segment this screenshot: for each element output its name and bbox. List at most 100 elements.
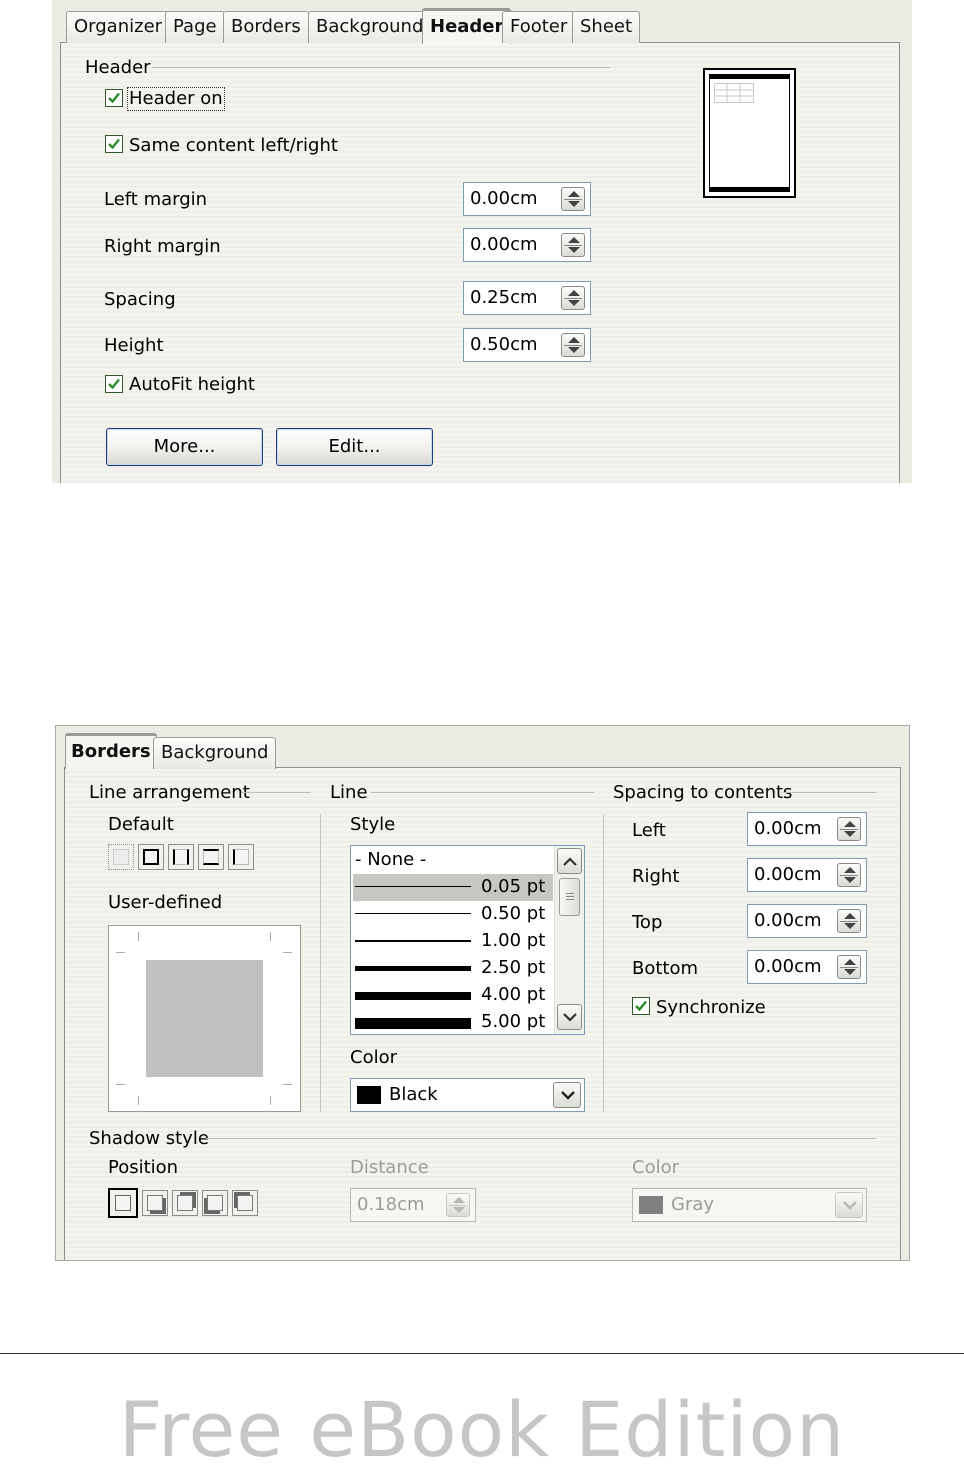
line-style-none[interactable]: - None - [353,847,553,874]
chevron-down-icon[interactable] [835,1192,863,1218]
user-defined-border-preview[interactable] [108,925,301,1112]
line-style-0-50[interactable]: 0.50 pt [353,901,553,928]
line-style-0-05[interactable]: 0.05 pt [353,874,553,901]
right-margin-spinbox[interactable]: 0.00cm [463,228,591,262]
spin-arrows-icon[interactable] [561,333,585,357]
shadow-color-select[interactable]: Gray [632,1188,867,1222]
spin-arrows-icon[interactable] [837,955,861,979]
shadow-bottom-left[interactable] [202,1190,228,1216]
height-value: 0.50cm [470,334,538,355]
style-label: Style [350,814,396,835]
preset-no-borders[interactable] [108,844,134,870]
tab-header[interactable]: Header [422,8,512,46]
tab-footer[interactable]: Footer [502,11,576,43]
line-style-4-00[interactable]: 4.00 pt [353,982,553,1009]
edit-button[interactable]: Edit... [276,428,433,466]
left-margin-label: Left margin [104,189,208,210]
free-ebook-watermark: Free eBook Edition [118,1385,846,1474]
preset-left-border[interactable] [228,844,254,870]
more-button[interactable]: More... [106,428,263,466]
shadow-divider [206,1138,876,1139]
shadow-top-left[interactable] [232,1190,258,1216]
left-margin-value: 0.00cm [470,188,538,209]
line-title: Line [330,782,368,803]
checkmark-icon [108,138,120,150]
spin-arrows-icon[interactable] [446,1193,470,1217]
shadow-none[interactable] [108,1188,138,1218]
spacing-right-label: Right [632,866,680,887]
synchronize-label[interactable]: Synchronize [656,997,766,1019]
preset-left-right-border[interactable] [168,844,194,870]
shadow-style-title: Shadow style [89,1128,209,1149]
line-divider [371,792,594,793]
tab-borders[interactable]: Borders [65,733,157,771]
spin-arrows-icon[interactable] [561,187,585,211]
height-label: Height [104,335,164,356]
same-content-checkbox[interactable] [105,135,123,153]
left-margin-spinbox[interactable]: 0.00cm [463,182,591,216]
line-style-5-00[interactable]: 5.00 pt [353,1009,553,1034]
autofit-height-checkbox[interactable] [105,375,123,393]
spin-arrows-icon[interactable] [837,863,861,887]
autofit-height-label[interactable]: AutoFit height [129,374,255,396]
default-label: Default [108,814,174,835]
line-style-1-00[interactable]: 1.00 pt [353,928,553,955]
shadow-top-right[interactable] [172,1190,198,1216]
tab-borders[interactable]: Borders [223,11,309,43]
scroll-down-icon[interactable] [557,1004,582,1030]
right-margin-label: Right margin [104,236,221,257]
spacing-right-spinbox[interactable]: 0.00cm [747,858,867,892]
tab-background[interactable]: Background [153,737,277,769]
checkmark-icon [108,378,120,390]
line-style-list[interactable]: - None - 0.05 pt 0.50 pt 1.00 pt 2.50 pt… [350,845,585,1035]
chevron-down-icon[interactable] [553,1082,581,1108]
color-swatch [357,1086,381,1104]
tab-background[interactable]: Background [308,11,432,43]
header-on-label[interactable]: Header on [127,87,225,111]
preset-top-bottom-border[interactable] [198,844,224,870]
right-margin-value: 0.00cm [470,234,538,255]
spin-arrows-icon[interactable] [561,233,585,257]
header-on-checkbox[interactable] [105,89,123,107]
spacing-left-label: Left [632,820,666,841]
spin-arrows-icon[interactable] [837,909,861,933]
checkmark-icon [635,1000,647,1012]
spacing-left-value: 0.00cm [754,818,822,839]
scroll-up-icon[interactable] [557,848,582,874]
same-content-label[interactable]: Same content left/right [129,135,338,157]
spacing-top-value: 0.00cm [754,910,822,931]
shadow-distance-spinbox[interactable]: 0.18cm [350,1188,476,1222]
spacing-left-spinbox[interactable]: 0.00cm [747,812,867,846]
shadow-color-label: Color [632,1157,679,1178]
tab-sheet[interactable]: Sheet [572,11,641,43]
page-style-dialog: Organizer Page Borders Background Header… [52,0,912,483]
color-swatch [639,1196,663,1214]
synchronize-checkbox[interactable] [632,997,650,1015]
header-section-divider [152,67,610,68]
divider-2 [603,814,604,1112]
scroll-thumb[interactable] [559,878,580,916]
line-style-2-50[interactable]: 2.50 pt [353,955,553,982]
spacing-bottom-label: Bottom [632,958,699,979]
spin-arrows-icon[interactable] [561,286,585,310]
shadow-bottom-right[interactable] [142,1190,168,1216]
spacing-bottom-spinbox[interactable]: 0.00cm [747,950,867,984]
spacing-top-spinbox[interactable]: 0.00cm [747,904,867,938]
divider-1 [320,814,321,1112]
tab-page[interactable]: Page [165,11,225,43]
page-footer-rule [0,1353,964,1354]
user-defined-label: User-defined [108,892,223,913]
spacing-spinbox[interactable]: 0.25cm [463,281,591,315]
shadow-distance-label: Distance [350,1157,429,1178]
height-spinbox[interactable]: 0.50cm [463,328,591,362]
preset-outer-border[interactable] [138,844,164,870]
tab-organizer[interactable]: Organizer [66,11,171,43]
spacing-top-label: Top [632,912,663,933]
line-style-scrollbar[interactable] [554,846,584,1034]
line-color-select[interactable]: Black [350,1078,585,1112]
line-color-label: Color [350,1047,397,1068]
spin-arrows-icon[interactable] [837,817,861,841]
line-arrangement-title: Line arrangement [89,782,250,803]
line-color-value: Black [389,1084,438,1105]
checkmark-icon [108,92,120,104]
